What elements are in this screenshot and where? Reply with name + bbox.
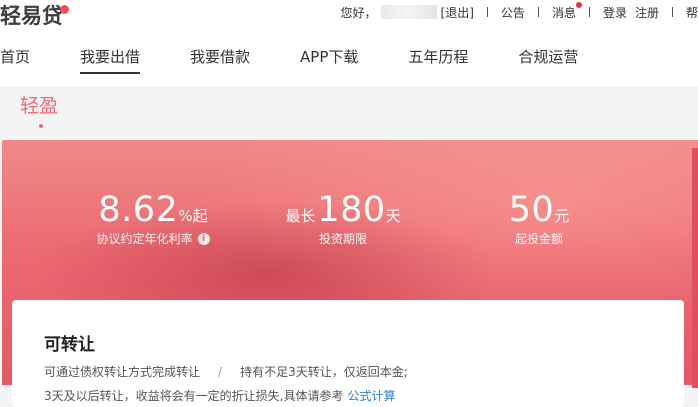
divider <box>486 7 488 17</box>
banner-edge <box>692 148 698 388</box>
info-icon[interactable]: i <box>197 232 210 245</box>
nav-app-download[interactable]: APP下载 <box>300 40 358 74</box>
product-tab-qingying[interactable]: 轻盈 <box>20 91 58 118</box>
masked-username <box>380 5 437 19</box>
transfer-rule-text: 持有不足3天转让，仅返回本金; <box>240 365 408 379</box>
logo-text: 轻易贷 <box>0 4 63 28</box>
messages-label: 消息 <box>551 5 576 20</box>
min-value: 50 <box>508 190 555 230</box>
rate-value: 8.62 <box>98 190 179 230</box>
card-description-line1: 可通过债权转让方式完成转让 / 持有不足3天转让，仅返回本金; <box>44 363 408 380</box>
register-link[interactable]: 注册 <box>635 4 659 21</box>
header: 轻易贷 您好， [退出] 公告 消息 登录 注册 帮 首页 我要出借 我要借款 … <box>0 0 698 86</box>
min-unit: 元 <box>554 207 570 225</box>
divider <box>671 7 673 17</box>
min-amount-stat: 50元 起投金额 <box>497 190 581 247</box>
nav-history[interactable]: 五年历程 <box>408 40 468 74</box>
transfer-info-card: 可转让 可通过债权转让方式完成转让 / 持有不足3天转让，仅返回本金; 3天及以后转… <box>12 300 684 407</box>
logo-dot-icon <box>60 4 69 14</box>
divider <box>588 7 590 17</box>
period-value: 180 <box>317 190 386 230</box>
rate-stat: 8.62%起 协议约定年化利率 i <box>88 190 218 247</box>
min-caption: 起投金额 <box>514 232 563 246</box>
nav-compliance[interactable]: 合规运营 <box>518 40 578 74</box>
text-separator: / <box>218 365 223 379</box>
card-title: 可转让 <box>44 335 95 355</box>
divider <box>537 7 539 17</box>
rate-unit: %起 <box>178 207 208 225</box>
rate-caption: 协议约定年化利率 <box>96 232 193 246</box>
nav-invest[interactable]: 我要出借 <box>80 40 141 74</box>
transfer-method-text: 可通过债权转让方式完成转让 <box>44 365 201 379</box>
top-bar: 您好， [退出] 公告 消息 登录 注册 帮 <box>341 0 698 24</box>
logo[interactable]: 轻易贷 <box>0 0 69 30</box>
card-description-line2: 3天及以后转让，收益将会有一定的折让损失,具体请参考 公式计算 <box>44 387 395 404</box>
main-nav: 首页 我要出借 我要借款 APP下载 五年历程 合规运营 <box>0 40 628 74</box>
nav-home[interactable]: 首页 <box>0 40 30 74</box>
greeting-text: 您好， <box>340 5 377 20</box>
active-tab-dot <box>39 124 43 128</box>
period-prefix: 最长 <box>285 207 316 225</box>
login-link[interactable]: 登录 <box>603 4 627 21</box>
period-caption: 投资期限 <box>318 232 367 246</box>
unread-badge-icon <box>575 1 582 8</box>
transfer-loss-text: 3天及以后转让，收益将会有一定的折让损失,具体请参考 <box>44 389 344 403</box>
period-stat: 最长180天 投资期限 <box>283 190 403 247</box>
logout-link[interactable]: [退出] <box>441 4 474 21</box>
notice-link[interactable]: 公告 <box>501 4 525 21</box>
formula-link[interactable]: 公式计算 <box>347 389 395 403</box>
messages-link[interactable]: 消息 <box>551 1 582 21</box>
period-unit: 天 <box>385 207 401 225</box>
nav-borrow[interactable]: 我要借款 <box>190 40 250 74</box>
help-link[interactable]: 帮 <box>686 4 698 21</box>
